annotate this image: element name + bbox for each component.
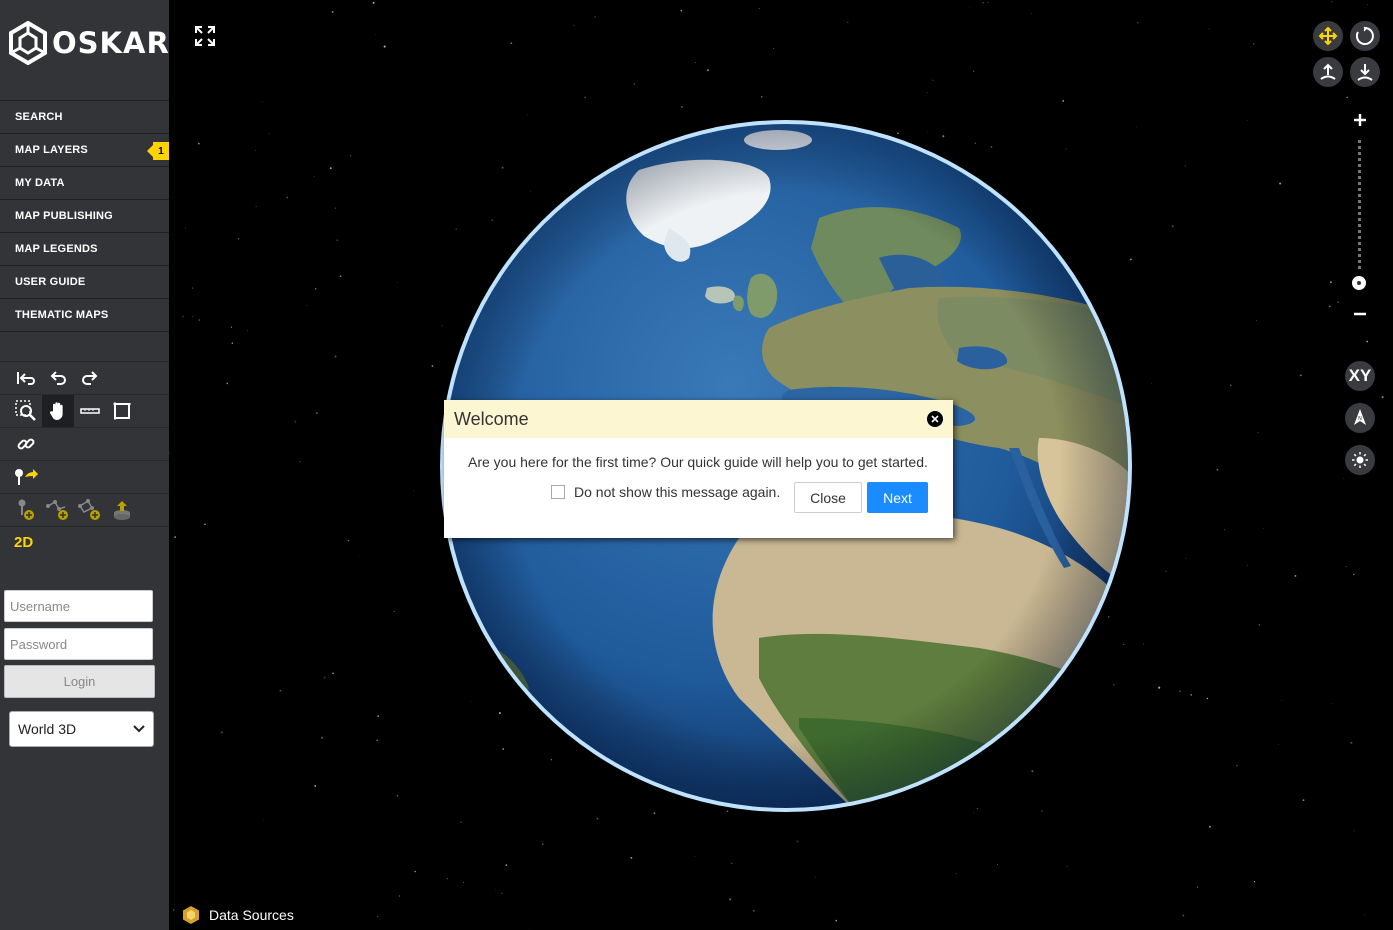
rotate-icon[interactable] (1350, 21, 1380, 51)
menu-item-label: MAP LAYERS (15, 144, 88, 156)
zoom-box-icon[interactable] (10, 395, 42, 427)
zoom-out-icon[interactable] (1345, 299, 1375, 329)
welcome-dialog-title: Welcome (454, 408, 529, 429)
tilt-up-icon[interactable] (1313, 57, 1343, 87)
menu-item-label: MAP PUBLISHING (15, 210, 113, 222)
data-sources-icon (183, 906, 199, 924)
welcome-dialog-header: Welcome (444, 400, 953, 438)
dont-show-again-option[interactable]: Do not show this message again. (551, 484, 780, 500)
menu-item-label: THEMATIC MAPS (15, 309, 109, 321)
map-view-select[interactable]: World 3D (9, 711, 154, 747)
menu-item-label: SEARCH (15, 111, 63, 123)
pan-move-icon[interactable] (1313, 21, 1343, 51)
import-data-icon[interactable] (106, 494, 138, 526)
menu-item-map-publishing[interactable]: MAP PUBLISHING (0, 199, 169, 232)
dont-show-again-label: Do not show this message again. (574, 484, 781, 500)
tilt-down-icon[interactable] (1350, 57, 1380, 87)
menu-item-map-layers[interactable]: MAP LAYERS 1 (0, 133, 169, 166)
marker-route-icon[interactable] (10, 461, 42, 493)
svg-text:N: N (1358, 416, 1362, 422)
layer-count-badge: 1 (147, 142, 169, 160)
measure-area-icon[interactable] (106, 395, 138, 427)
dont-show-again-checkbox[interactable] (551, 485, 565, 499)
link-tools (0, 427, 169, 460)
zoom-in-icon[interactable] (1345, 105, 1375, 135)
undo-icon[interactable] (42, 362, 74, 394)
add-line-icon[interactable] (42, 494, 74, 526)
reset-view-icon[interactable] (10, 362, 42, 394)
zoom-slider-handle[interactable] (1352, 276, 1366, 290)
redo-icon[interactable] (74, 362, 106, 394)
menu-item-search[interactable]: SEARCH (0, 100, 169, 133)
oskari-logo-icon (9, 21, 47, 65)
menu-item-map-legends[interactable]: MAP LEGENDS (0, 232, 169, 265)
drawing-tools (0, 493, 169, 526)
data-sources-label: Data Sources (209, 907, 294, 923)
chevron-down-icon (133, 725, 145, 733)
username-field[interactable] (4, 590, 153, 622)
marker-tools (0, 460, 169, 493)
logo-text: OSKARI (52, 26, 182, 60)
sun-lighting-icon[interactable] (1345, 445, 1375, 475)
menu-item-user-guide[interactable]: USER GUIDE (0, 265, 169, 298)
coordinate-tool-button[interactable]: XY (1345, 361, 1375, 391)
next-button[interactable]: Next (867, 482, 928, 513)
menu-item-label: MY DATA (15, 177, 65, 189)
menu-item-thematic-maps[interactable]: THEMATIC MAPS (0, 298, 169, 332)
2d-mode-toggle[interactable]: 2D (14, 534, 33, 551)
map-view-select-value: World 3D (18, 721, 77, 737)
add-area-icon[interactable] (74, 494, 106, 526)
data-sources-link[interactable]: Data Sources (181, 905, 294, 925)
welcome-dialog: Welcome Are you here for the first time?… (444, 400, 953, 538)
menu-item-my-data[interactable]: MY DATA (0, 166, 169, 199)
close-button[interactable]: Close (794, 482, 862, 513)
zoom-slider-track[interactable] (1358, 140, 1361, 272)
add-point-icon[interactable] (10, 494, 42, 526)
compass-north-icon[interactable]: N (1345, 403, 1375, 433)
menu-item-label: MAP LEGENDS (15, 243, 98, 255)
password-field[interactable] (4, 628, 153, 660)
history-tools (0, 361, 169, 394)
link-icon[interactable] (10, 428, 42, 460)
welcome-message: Are you here for the first time? Our qui… (468, 454, 928, 470)
main-menu: SEARCH MAP LAYERS 1 MY DATA MAP PUBLISHIN… (0, 100, 169, 332)
login-button[interactable]: Login (4, 665, 155, 698)
menu-item-label: USER GUIDE (15, 276, 86, 288)
oskari-logo[interactable]: OSKARI (8, 20, 182, 66)
map-tools (0, 394, 169, 427)
close-icon[interactable] (927, 411, 943, 427)
fullscreen-icon[interactable] (191, 22, 219, 50)
measure-line-icon[interactable] (74, 395, 106, 427)
pan-hand-icon[interactable] (42, 395, 74, 427)
sidebar: OSKARI SEARCH MAP LAYERS 1 MY DATA MAP PU… (0, 0, 181, 930)
